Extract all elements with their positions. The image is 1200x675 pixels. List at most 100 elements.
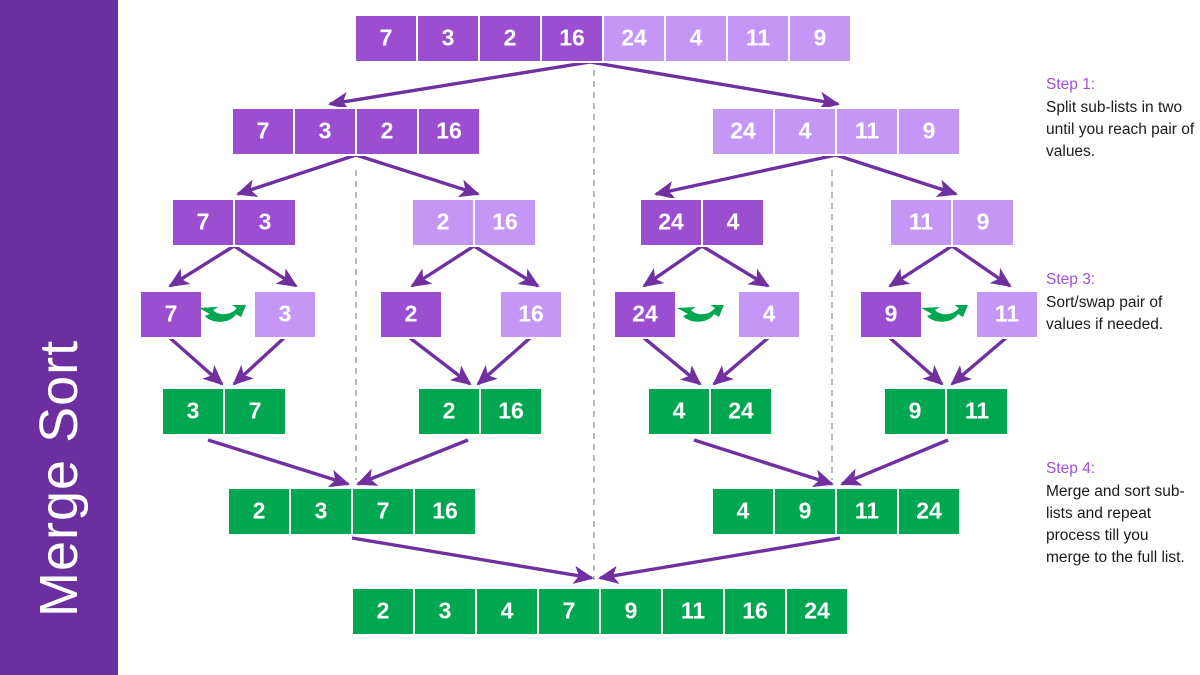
array-cell-value: 9	[625, 598, 638, 624]
split-arrow	[473, 244, 540, 288]
split-arrow	[327, 60, 591, 111]
array-cell-value: 16	[559, 25, 585, 51]
merge-arrow	[840, 438, 949, 486]
array-cell-value: 4	[690, 25, 703, 51]
array-cell-value: 11	[855, 498, 880, 524]
array-cell-value: 3	[279, 301, 292, 327]
merge-arrow	[642, 336, 702, 386]
swap-arrow-glyph	[921, 305, 968, 322]
array-cell-value: 7	[165, 301, 178, 327]
split-arrow	[236, 153, 357, 197]
array-cell-value: 7	[377, 498, 390, 524]
split-arrow	[888, 244, 953, 288]
array-cell-value: 7	[249, 398, 262, 424]
split-arrow	[835, 153, 958, 198]
merge-arrow	[597, 536, 841, 585]
array-cell-value: 9	[814, 25, 827, 51]
split-arrow	[951, 244, 1012, 288]
merge-arrow	[693, 438, 834, 488]
array-cell-value: 3	[439, 598, 452, 624]
split-arrow	[168, 244, 235, 288]
array-cell-value: 24	[804, 598, 830, 624]
array-cell-value: 16	[492, 209, 518, 235]
slide-canvas: Merge Sort 7 3 2 16 24 4 11 9 7 3 2 16 24 4 11 9 7 3 2 16 24…	[0, 0, 1200, 675]
split-arrow	[589, 60, 841, 110]
split-arrow	[355, 153, 480, 198]
merge-arrow	[356, 438, 469, 486]
merge-arrow	[168, 336, 224, 386]
array-cell-value: 4	[737, 498, 750, 524]
swap-arrow-glyph	[199, 305, 246, 322]
array-cell-value: 24	[658, 209, 684, 235]
merge-arrow	[712, 336, 770, 386]
array-cell-value: 3	[442, 25, 455, 51]
array-cell-value: 9	[885, 301, 898, 327]
split-arrow	[642, 244, 703, 288]
array-cell-value: 11	[855, 118, 880, 144]
array-cell-value: 4	[727, 209, 740, 235]
array-cell-value: 2	[443, 398, 456, 424]
note-step-4: Step 4: Merge and sort sub-lists and rep…	[1046, 458, 1196, 569]
array-cell-value: 7	[380, 25, 393, 51]
array-cell-value: 7	[563, 598, 576, 624]
merge-arrow	[476, 336, 532, 386]
array-cell-value: 2	[381, 118, 394, 144]
merge-arrow	[408, 336, 472, 386]
merge-arrow	[950, 336, 1008, 386]
swap-arrow-icon	[677, 305, 724, 322]
array-cell-value: 2	[405, 301, 418, 327]
note-step-3-body: Sort/swap pair of values if needed.	[1046, 294, 1164, 333]
array-cell-value: 4	[763, 301, 776, 327]
array-cell-value: 11	[995, 301, 1020, 327]
array-cell-value: 16	[436, 118, 462, 144]
array-cell-value: 11	[681, 598, 706, 624]
array-cell-value: 16	[742, 598, 768, 624]
note-step-4-body: Merge and sort sub-lists and repeat proc…	[1046, 483, 1185, 566]
split-arrow	[410, 244, 475, 288]
merge-sort-diagram: 7 3 2 16 24 4 11 97 3 2 16 24 4 11 97 3 2 16 24 4 11 97 3 2 16 24…	[139, 14, 1039, 636]
array-cell-value: 24	[632, 301, 658, 327]
array-cell-value: 24	[728, 398, 754, 424]
note-step-1-body: Split sub-lists in two until you reach p…	[1046, 99, 1195, 160]
swap-arrow-icon	[199, 305, 246, 322]
array-cell-value: 2	[253, 498, 266, 524]
array-cells: 7 3 2 16 24 4 11 97 3 2 16 24 4 11 97 3 2 16 24 4 11 97 3 2 16 24…	[139, 14, 1039, 636]
array-cell-value: 2	[437, 209, 450, 235]
array-cell-value: 3	[319, 118, 332, 144]
array-cell-value: 9	[799, 498, 812, 524]
merge-arrow	[888, 336, 944, 386]
swap-arrow-icon	[921, 305, 968, 322]
merge-arrow	[351, 536, 595, 585]
array-cell-value: 2	[377, 598, 390, 624]
note-step-4-label: Step 4:	[1046, 460, 1096, 477]
array-cell-value: 3	[187, 398, 200, 424]
array-cell-value: 24	[916, 498, 942, 524]
array-cell-value: 9	[923, 118, 936, 144]
note-step-1-label: Step 1:	[1046, 76, 1096, 93]
array-cell-value: 2	[504, 25, 517, 51]
array-cell-value: 16	[518, 301, 544, 327]
note-step-3: Step 3: Sort/swap pair of values if need…	[1046, 269, 1196, 336]
array-cell-value: 24	[621, 25, 647, 51]
array-cell-value: 11	[746, 25, 771, 51]
merge-arrow	[232, 336, 286, 386]
array-cell-value: 7	[257, 118, 270, 144]
split-arrow	[701, 244, 770, 288]
array-cell-value: 4	[501, 598, 514, 624]
array-cell-value: 3	[259, 209, 272, 235]
array-cell-value: 11	[965, 398, 990, 424]
array-cell-value: 16	[498, 398, 524, 424]
split-arrow	[654, 153, 837, 200]
array-cell-value: 11	[909, 209, 934, 235]
array-cell-value: 4	[673, 398, 686, 424]
array-cell-value: 9	[909, 398, 922, 424]
array-cell-value: 9	[977, 209, 990, 235]
array-cell-value: 16	[432, 498, 458, 524]
note-step-3-label: Step 3:	[1046, 271, 1096, 288]
array-cell-value: 4	[799, 118, 812, 144]
merge-arrow	[207, 438, 350, 488]
array-cell-value: 24	[730, 118, 756, 144]
array-cell-value: 3	[315, 498, 328, 524]
split-arrow	[233, 244, 298, 288]
array-cell-value: 7	[197, 209, 210, 235]
